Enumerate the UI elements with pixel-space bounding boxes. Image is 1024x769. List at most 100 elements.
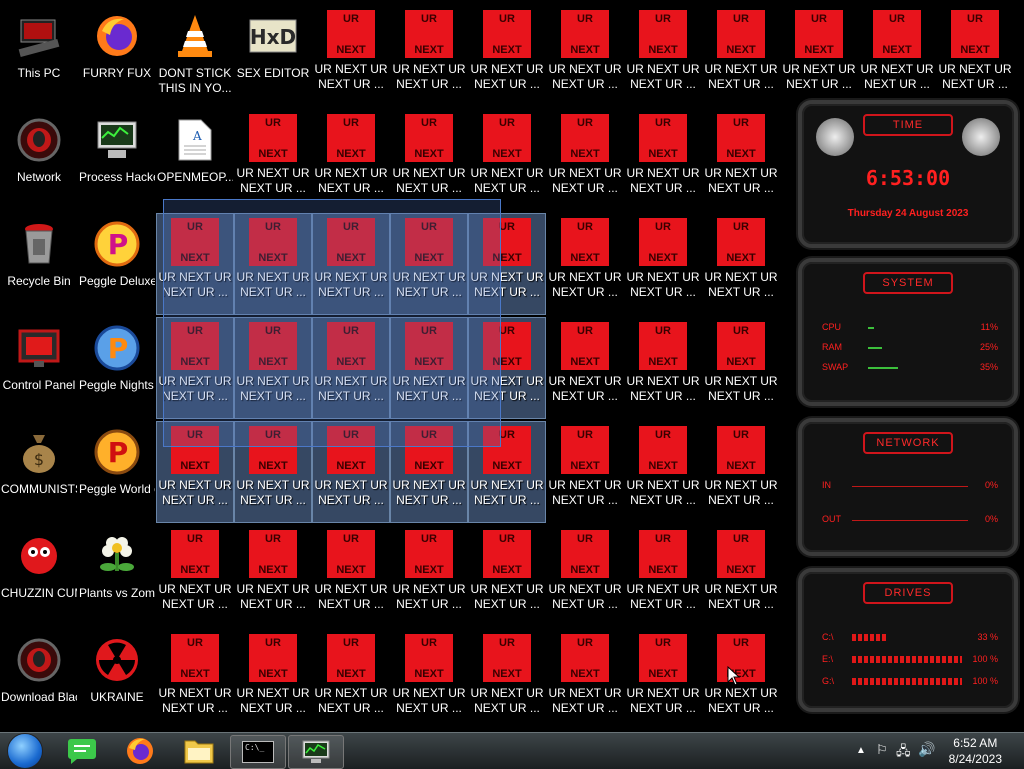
desktop-icon-process-hacker[interactable]: Process Hacker 2: [79, 110, 155, 210]
desktop-icon-peggle-deluxe[interactable]: P Peggle Deluxe: [79, 214, 155, 314]
desktop-icon-ur-next[interactable]: UR NEXT UR NEXT UR NEXT UR ...: [703, 526, 779, 626]
icon-label: UR NEXT UR NEXT UR ...: [158, 478, 232, 507]
desktop-icon-ukraine[interactable]: UKRAINE: [79, 630, 155, 730]
start-orb-icon: [7, 733, 43, 769]
desktop-icon-ur-next[interactable]: UR NEXT UR NEXT UR NEXT UR ...: [235, 526, 311, 626]
desktop-icon-ur-next[interactable]: UR NEXT UR NEXT UR NEXT UR ...: [469, 6, 545, 106]
desktop-icon-ur-next[interactable]: UR NEXT UR NEXT UR NEXT UR ...: [313, 6, 389, 106]
ur-next-icon: UR NEXT: [795, 10, 843, 58]
desktop-icon-ur-next[interactable]: UR NEXT UR NEXT UR NEXT UR ...: [547, 6, 623, 106]
desktop-icon-ur-next[interactable]: UR NEXT UR NEXT UR NEXT UR ...: [390, 213, 468, 315]
show-hidden-icons-chevron-icon[interactable]: ▲: [856, 745, 866, 756]
desktop-icon-ur-next[interactable]: UR NEXT UR NEXT UR NEXT UR ...: [781, 6, 857, 106]
desktop-icon-sex-editor[interactable]: HxD SEX EDITOR: [235, 6, 311, 106]
desktop-icon-ur-next[interactable]: UR NEXT UR NEXT UR NEXT UR ...: [625, 630, 701, 730]
desktop-icon-ur-next[interactable]: UR NEXT UR NEXT UR NEXT UR ...: [703, 422, 779, 522]
desktop[interactable]: This PC Network Recycle Bin Control Pane…: [0, 0, 1024, 732]
network-status-icon[interactable]: 🖧: [896, 742, 911, 764]
desktop-icon-ur-next[interactable]: UR NEXT UR NEXT UR NEXT UR ...: [547, 422, 623, 522]
desktop-icon-ur-next[interactable]: UR NEXT UR NEXT UR NEXT UR ...: [625, 422, 701, 522]
desktop-icon-openmeop[interactable]: A OPENMEOP...: [157, 110, 233, 210]
ur-next-icon: UR NEXT: [639, 218, 687, 266]
desktop-icon-recycle-bin[interactable]: Recycle Bin: [1, 214, 77, 314]
desktop-icon-ur-next[interactable]: UR NEXT UR NEXT UR NEXT UR ...: [156, 213, 234, 315]
desktop-icon-ur-next[interactable]: UR NEXT UR NEXT UR NEXT UR ...: [547, 318, 623, 418]
desktop-icon-control-panel[interactable]: Control Panel: [1, 318, 77, 418]
taskbar-app-process-hacker[interactable]: [288, 735, 344, 769]
desktop-icon-ur-next[interactable]: UR NEXT UR NEXT UR NEXT UR ...: [469, 630, 545, 730]
desktop-icon-ur-next[interactable]: UR NEXT UR NEXT UR NEXT UR ...: [625, 526, 701, 626]
desktop-icon-ur-next[interactable]: UR NEXT UR NEXT UR NEXT UR ...: [703, 214, 779, 314]
desktop-icon-ur-next[interactable]: UR NEXT UR NEXT UR NEXT UR ...: [235, 110, 311, 210]
desktop-icon-ur-next[interactable]: UR NEXT UR NEXT UR NEXT UR ...: [390, 421, 468, 523]
desktop-icon-ur-next[interactable]: UR NEXT UR NEXT UR NEXT UR ...: [547, 526, 623, 626]
desktop-icon-ur-next[interactable]: UR NEXT UR NEXT UR NEXT UR ...: [547, 110, 623, 210]
desktop-icon-ur-next[interactable]: UR NEXT UR NEXT UR NEXT UR ...: [390, 317, 468, 419]
desktop-icon-ur-next[interactable]: UR NEXT UR NEXT UR NEXT UR ...: [703, 318, 779, 418]
desktop-icon-ur-next[interactable]: UR NEXT UR NEXT UR NEXT UR ...: [157, 630, 233, 730]
desktop-icon-peggle-wow[interactable]: P Peggle World of Warcraft ...: [79, 422, 155, 522]
desktop-icon-ur-next[interactable]: UR NEXT UR NEXT UR NEXT UR ...: [468, 213, 546, 315]
icon-label: FURRY FUX: [82, 66, 152, 80]
desktop-icon-ur-next[interactable]: UR NEXT UR NEXT UR NEXT UR ...: [469, 526, 545, 626]
desktop-icon-communists[interactable]: $ COMMUNISTS HATE THIS G...: [1, 422, 77, 522]
desktop-icon-ur-next[interactable]: UR NEXT UR NEXT UR NEXT UR ...: [313, 526, 389, 626]
system-monitor-widget[interactable]: TIME 6:53:00 Thursday 24 August 2023 SYS…: [792, 92, 1018, 716]
icon-label: UR NEXT UR NEXT UR ...: [626, 686, 700, 715]
desktop-icon-peggle-nights[interactable]: P Peggle Nights Deluxe: [79, 318, 155, 418]
icon-label: UR NEXT UR NEXT UR ...: [704, 582, 778, 611]
icon-label: UR NEXT UR NEXT UR ...: [626, 478, 700, 507]
taskbar-app-firefox[interactable]: [122, 735, 158, 767]
desktop-icon-ur-next[interactable]: UR NEXT UR NEXT UR NEXT UR ...: [547, 214, 623, 314]
desktop-icon-ur-next[interactable]: UR NEXT UR NEXT UR NEXT UR ...: [313, 630, 389, 730]
desktop-icon-ur-next[interactable]: UR NEXT UR NEXT UR NEXT UR ...: [625, 110, 701, 210]
action-center-flag-icon[interactable]: ⚐: [876, 742, 888, 758]
svg-text:P: P: [108, 332, 129, 365]
taskbar-clock[interactable]: 6:52 AM 8/24/2023: [949, 735, 1002, 767]
start-button[interactable]: [4, 733, 46, 769]
taskbar-app-explorer[interactable]: [180, 735, 218, 767]
desktop-icon-ur-next[interactable]: UR NEXT UR NEXT UR NEXT UR ...: [312, 317, 390, 419]
desktop-icon-ur-next[interactable]: UR NEXT UR NEXT UR NEXT UR ...: [391, 526, 467, 626]
desktop-icon-this-pc[interactable]: This PC: [1, 6, 77, 106]
desktop-icon-ur-next[interactable]: UR NEXT UR NEXT UR NEXT UR ...: [469, 110, 545, 210]
desktop-icon-ur-next[interactable]: UR NEXT UR NEXT UR NEXT UR ...: [703, 6, 779, 106]
taskbar-app-notes[interactable]: [64, 735, 100, 767]
desktop-icon-ur-next[interactable]: UR NEXT UR NEXT UR NEXT UR ...: [937, 6, 1013, 106]
icon-label: UR NEXT UR NEXT UR ...: [392, 374, 466, 403]
desktop-icon-ur-next[interactable]: UR NEXT UR NEXT UR NEXT UR ...: [391, 630, 467, 730]
desktop-icon-ur-next[interactable]: UR NEXT UR NEXT UR NEXT UR ...: [625, 6, 701, 106]
desktop-icon-ur-next[interactable]: UR NEXT UR NEXT UR NEXT UR ...: [625, 318, 701, 418]
desktop-icon-furry-fux[interactable]: FURRY FUX: [79, 6, 155, 106]
desktop-icon-ur-next[interactable]: UR NEXT UR NEXT UR NEXT UR ...: [859, 6, 935, 106]
desktop-icon-chuzzin[interactable]: CHUZZIN CUM: [1, 526, 77, 626]
desktop-icon-ur-next[interactable]: UR NEXT UR NEXT UR NEXT UR ...: [468, 317, 546, 419]
volume-icon[interactable]: 🔊: [918, 741, 935, 758]
desktop-icon-ur-next[interactable]: UR NEXT UR NEXT UR NEXT UR ...: [234, 213, 312, 315]
ur-next-icon: UR NEXT: [483, 10, 531, 58]
desktop-icon-ur-next[interactable]: UR NEXT UR NEXT UR NEXT UR ...: [703, 630, 779, 730]
desktop-icon-ur-next[interactable]: UR NEXT UR NEXT UR NEXT UR ...: [156, 421, 234, 523]
desktop-icon-ur-next[interactable]: UR NEXT UR NEXT UR NEXT UR ...: [703, 110, 779, 210]
ur-next-icon: UR NEXT: [171, 322, 219, 370]
desktop-icon-ur-next[interactable]: UR NEXT UR NEXT UR NEXT UR ...: [235, 630, 311, 730]
desktop-icon-ur-next[interactable]: UR NEXT UR NEXT UR NEXT UR ...: [234, 317, 312, 419]
desktop-icon-ur-next[interactable]: UR NEXT UR NEXT UR NEXT UR ...: [468, 421, 546, 523]
desktop-icon-dont-stick[interactable]: DONT STICK THIS IN YO...: [157, 6, 233, 106]
desktop-icon-ur-next[interactable]: UR NEXT UR NEXT UR NEXT UR ...: [391, 110, 467, 210]
desktop-icon-network[interactable]: Network: [1, 110, 77, 210]
peggle-icon: P: [91, 218, 143, 270]
desktop-icon-ur-next[interactable]: UR NEXT UR NEXT UR NEXT UR ...: [234, 421, 312, 523]
desktop-icon-ur-next[interactable]: UR NEXT UR NEXT UR NEXT UR ...: [547, 630, 623, 730]
desktop-icon-ur-next[interactable]: UR NEXT UR NEXT UR NEXT UR ...: [625, 214, 701, 314]
desktop-icon-pvz[interactable]: Plants vs Zombies: [79, 526, 155, 626]
desktop-icon-ur-next[interactable]: UR NEXT UR NEXT UR NEXT UR ...: [156, 317, 234, 419]
flower-icon: [91, 530, 143, 582]
desktop-icon-download-black[interactable]: Download Black Ali...: [1, 630, 77, 730]
desktop-icon-ur-next[interactable]: UR NEXT UR NEXT UR NEXT UR ...: [313, 110, 389, 210]
desktop-icon-ur-next[interactable]: UR NEXT UR NEXT UR NEXT UR ...: [157, 526, 233, 626]
desktop-icon-ur-next[interactable]: UR NEXT UR NEXT UR NEXT UR ...: [312, 421, 390, 523]
desktop-icon-ur-next[interactable]: UR NEXT UR NEXT UR NEXT UR ...: [312, 213, 390, 315]
desktop-icon-ur-next[interactable]: UR NEXT UR NEXT UR NEXT UR ...: [391, 6, 467, 106]
taskbar-app-cmd[interactable]: C:\_: [230, 735, 286, 769]
